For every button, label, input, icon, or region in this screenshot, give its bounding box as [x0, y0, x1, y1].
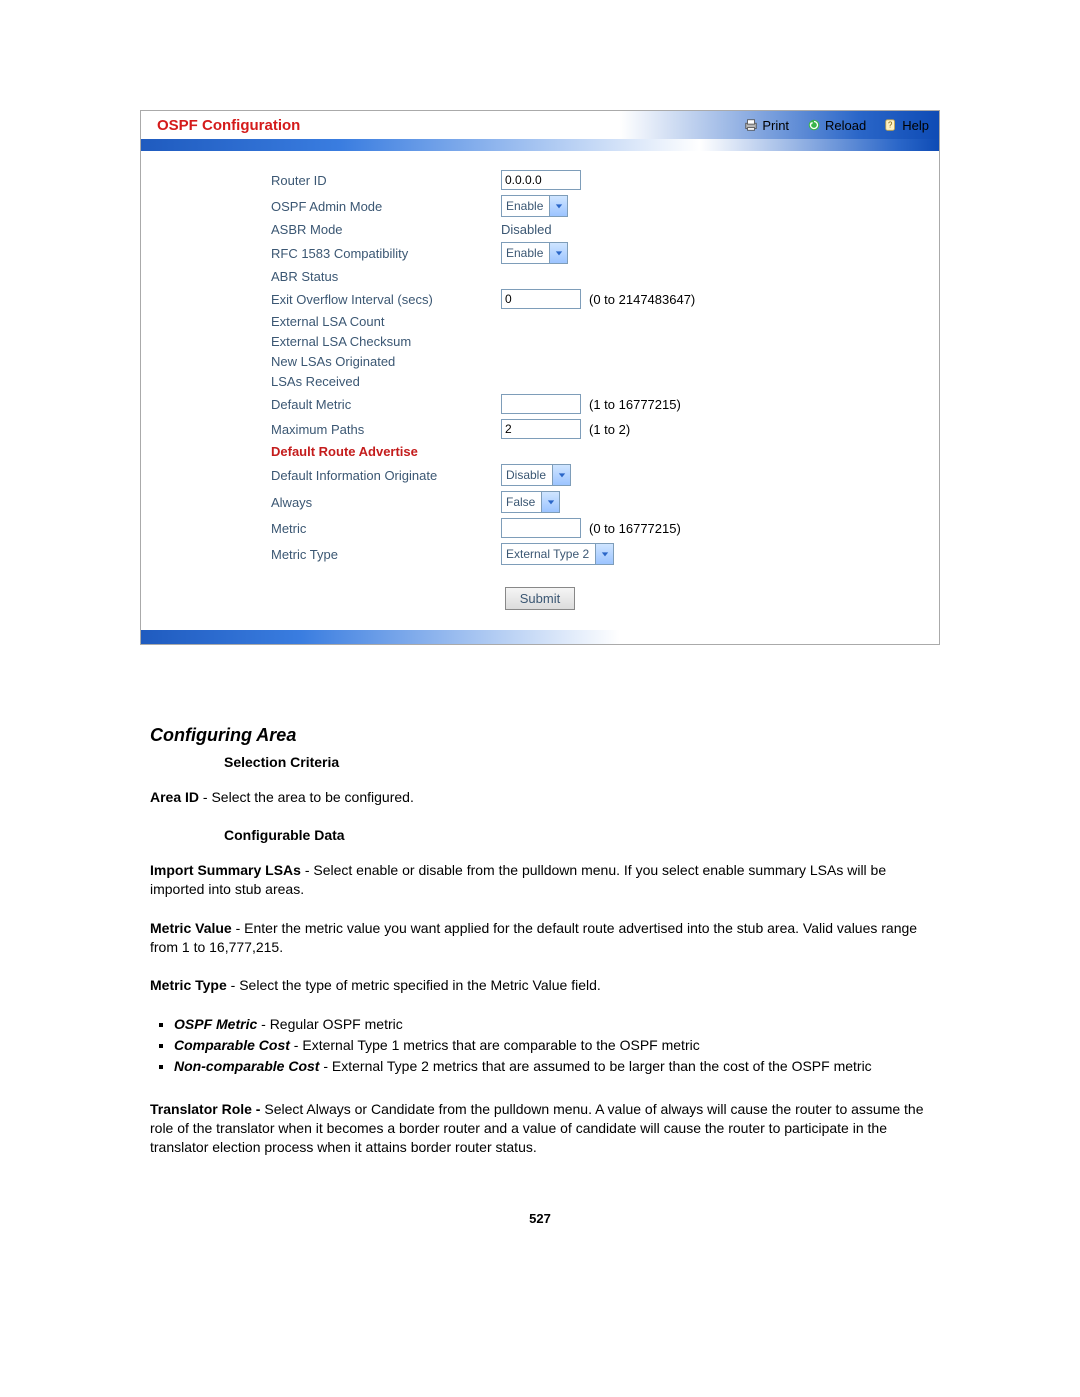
metric-type-value: External Type 2: [506, 547, 595, 561]
reload-action[interactable]: Reload: [807, 118, 866, 133]
exit-overflow-hint: (0 to 2147483647): [589, 292, 695, 307]
document-body: Configuring Area Selection Criteria Area…: [150, 725, 930, 1157]
always-label: Always: [161, 495, 501, 510]
page-number: 527: [40, 1211, 1040, 1226]
list-item: Non-comparable Cost - External Type 2 me…: [174, 1057, 930, 1076]
print-label: Print: [762, 118, 789, 133]
default-metric-hint: (1 to 16777215): [589, 397, 681, 412]
exit-overflow-input[interactable]: [501, 289, 581, 309]
ospf-admin-mode-label: OSPF Admin Mode: [161, 199, 501, 214]
router-id-label: Router ID: [161, 173, 501, 188]
panel-header: OSPF Configuration Print Reload ? Help: [141, 111, 939, 139]
para-metric-type: Metric Type - Select the type of metric …: [150, 976, 930, 995]
metric-type-label: Metric Type: [161, 547, 501, 562]
always-select[interactable]: False: [501, 491, 560, 513]
metric-value-term: Metric Value: [150, 920, 232, 936]
metric-label: Metric: [161, 521, 501, 536]
metric-type-term: Metric Type: [150, 977, 227, 993]
divider-bar-top: [141, 139, 939, 151]
translator-role-term: Translator Role -: [150, 1101, 264, 1117]
import-summary-term: Import Summary LSAs: [150, 862, 301, 878]
default-metric-input[interactable]: [501, 394, 581, 414]
noncomparable-cost-term: Non-comparable Cost: [174, 1058, 319, 1074]
para-metric-value: Metric Value - Enter the metric value yo…: [150, 919, 930, 957]
default-metric-label: Default Metric: [161, 397, 501, 412]
abr-status-label: ABR Status: [161, 269, 501, 284]
dio-select[interactable]: Disable: [501, 464, 571, 486]
ospf-metric-text: - Regular OSPF metric: [257, 1016, 402, 1032]
dio-value: Disable: [506, 468, 552, 482]
area-id-term: Area ID: [150, 789, 199, 805]
area-id-text: - Select the area to be configured.: [199, 789, 414, 805]
asbr-mode-value: Disabled: [501, 222, 552, 237]
para-translator-role: Translator Role - Select Always or Candi…: [150, 1100, 930, 1157]
ospf-admin-mode-select[interactable]: Enable: [501, 195, 568, 217]
svg-text:?: ?: [888, 121, 893, 130]
divider-bar-bottom: [141, 630, 939, 644]
help-action[interactable]: ? Help: [884, 118, 929, 133]
reload-icon: [807, 118, 821, 132]
exit-overflow-label: Exit Overflow Interval (secs): [161, 292, 501, 307]
chevron-down-icon: [552, 465, 570, 485]
new-lsas-label: New LSAs Originated: [161, 354, 501, 369]
list-item: OSPF Metric - Regular OSPF metric: [174, 1015, 930, 1034]
ospf-metric-term: OSPF Metric: [174, 1016, 257, 1032]
section-heading: Configuring Area: [150, 725, 930, 746]
subheading-selection-criteria: Selection Criteria: [224, 754, 930, 770]
chevron-down-icon: [549, 196, 567, 216]
always-value: False: [506, 495, 541, 509]
max-paths-input[interactable]: [501, 419, 581, 439]
metric-hint: (0 to 16777215): [589, 521, 681, 536]
metric-type-list: OSPF Metric - Regular OSPF metric Compar…: [150, 1015, 930, 1076]
chevron-down-icon: [541, 492, 559, 512]
config-panel: OSPF Configuration Print Reload ? Help R…: [140, 110, 940, 645]
ext-lsa-checksum-label: External LSA Checksum: [161, 334, 501, 349]
reload-label: Reload: [825, 118, 866, 133]
rfc1583-select[interactable]: Enable: [501, 242, 568, 264]
print-icon: [744, 118, 758, 132]
list-item: Comparable Cost - External Type 1 metric…: [174, 1036, 930, 1055]
para-area-id: Area ID - Select the area to be configur…: [150, 788, 930, 807]
chevron-down-icon: [549, 243, 567, 263]
router-id-input[interactable]: [501, 170, 581, 190]
help-label: Help: [902, 118, 929, 133]
para-import-summary: Import Summary LSAs - Select enable or d…: [150, 861, 930, 899]
print-action[interactable]: Print: [744, 118, 789, 133]
ext-lsa-count-label: External LSA Count: [161, 314, 501, 329]
chevron-down-icon: [595, 544, 613, 564]
metric-input[interactable]: [501, 518, 581, 538]
max-paths-hint: (1 to 2): [589, 422, 630, 437]
help-icon: ?: [884, 118, 898, 132]
metric-type-select[interactable]: External Type 2: [501, 543, 614, 565]
ospf-admin-mode-value: Enable: [506, 199, 549, 213]
translator-role-text: Select Always or Candidate from the pull…: [150, 1101, 924, 1155]
noncomparable-cost-text: - External Type 2 metrics that are assum…: [319, 1058, 871, 1074]
rfc1583-value: Enable: [506, 246, 549, 260]
comparable-cost-text: - External Type 1 metrics that are compa…: [290, 1037, 700, 1053]
rfc1583-label: RFC 1583 Compatibility: [161, 246, 501, 261]
max-paths-label: Maximum Paths: [161, 422, 501, 437]
subheading-configurable-data: Configurable Data: [224, 827, 930, 843]
panel-title: OSPF Configuration: [151, 117, 300, 134]
submit-button[interactable]: Submit: [505, 587, 575, 610]
dio-label: Default Information Originate: [161, 468, 501, 483]
default-route-advertise-heading: Default Route Advertise: [161, 444, 919, 459]
asbr-mode-label: ASBR Mode: [161, 222, 501, 237]
lsas-received-label: LSAs Received: [161, 374, 501, 389]
comparable-cost-term: Comparable Cost: [174, 1037, 290, 1053]
metric-type-text: - Select the type of metric specified in…: [227, 977, 601, 993]
metric-value-text: - Enter the metric value you want applie…: [150, 920, 917, 955]
